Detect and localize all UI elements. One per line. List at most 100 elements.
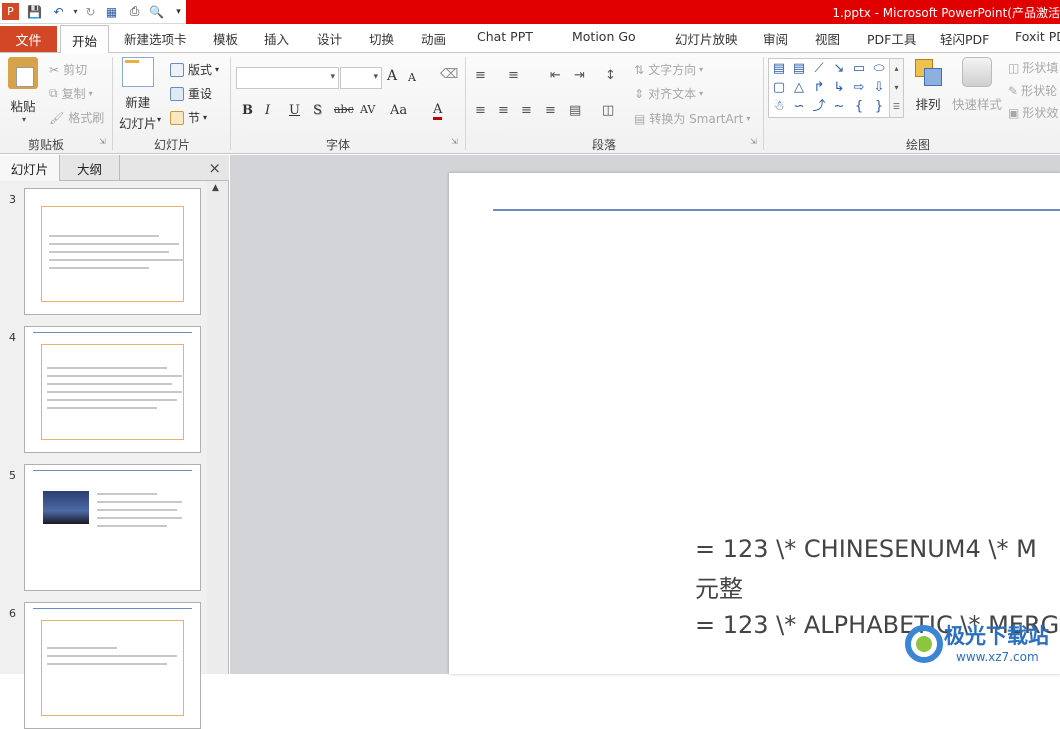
tab-insert[interactable]: 插入 bbox=[264, 29, 289, 48]
grow-font-icon[interactable]: A bbox=[387, 68, 397, 84]
cut-button[interactable]: ✂ 剪切 bbox=[49, 61, 87, 78]
right-brace-shape-icon[interactable]: } bbox=[870, 98, 888, 116]
tab-pdf-tools[interactable]: PDF工具 bbox=[867, 29, 916, 48]
slide-thumbnail[interactable] bbox=[24, 602, 201, 729]
freeform-shape-icon[interactable]: ∽ bbox=[790, 98, 808, 116]
oval-shape-icon[interactable]: ⬭ bbox=[870, 60, 888, 78]
shrink-font-icon[interactable]: A bbox=[408, 71, 416, 84]
strikethrough-icon[interactable]: abc bbox=[334, 103, 354, 116]
slide-text-line[interactable]: 元整 bbox=[695, 569, 743, 604]
tab-view[interactable]: 视图 bbox=[815, 29, 840, 48]
layout-button[interactable]: 版式 ▾ bbox=[170, 61, 219, 78]
italic-icon[interactable]: I bbox=[265, 103, 270, 118]
convert-smartart-button[interactable]: ▤ 转换为 SmartArt ▾ bbox=[634, 110, 750, 127]
new-slide-button[interactable]: 新建 幻灯片 bbox=[119, 57, 157, 132]
rectangle-shape-icon[interactable]: ▭ bbox=[850, 60, 868, 78]
align-right-icon[interactable]: ≡ bbox=[521, 103, 532, 118]
font-size-combo[interactable]: ▾ bbox=[340, 67, 382, 89]
new-slide-dropdown-icon[interactable]: ▾ bbox=[157, 115, 161, 124]
panel-scrollbar[interactable]: ▲ bbox=[207, 181, 227, 674]
shapes-gallery[interactable]: ▤ ▤ ⟋ ↘ ▭ ⬭ ▢ △ ↱ ↳ ⇨ ⇩ ☃ ∽ ⤴ ∼ { } ▴ ▾ ☰ bbox=[768, 58, 904, 118]
triangle-shape-icon[interactable]: △ bbox=[790, 79, 808, 97]
print-icon[interactable]: ⎙ bbox=[126, 3, 143, 20]
vertical-textbox-shape-icon[interactable]: ▤ bbox=[790, 60, 808, 78]
tab-animations[interactable]: 动画 bbox=[421, 29, 446, 48]
text-direction-button[interactable]: ⇅ 文字方向 ▾ bbox=[634, 61, 703, 78]
tab-new-tab[interactable]: 新建选项卡 bbox=[124, 29, 187, 48]
left-brace-shape-icon[interactable]: { bbox=[850, 98, 868, 116]
tab-slides[interactable]: 幻灯片 bbox=[0, 155, 60, 181]
numbering-icon[interactable]: ≡ bbox=[508, 68, 519, 83]
line-spacing-icon[interactable]: ↕ bbox=[605, 68, 616, 83]
tab-motion-go[interactable]: Motion Go bbox=[572, 29, 636, 44]
font-color-icon[interactable]: A bbox=[433, 103, 443, 120]
curve-shape-icon[interactable]: ⤴ bbox=[810, 98, 828, 116]
tab-slideshow[interactable]: 幻灯片放映 bbox=[675, 29, 738, 48]
tab-home[interactable]: 开始 bbox=[60, 25, 109, 54]
paste-button[interactable]: 粘贴 bbox=[8, 57, 38, 115]
paste-dropdown-icon[interactable]: ▾ bbox=[22, 115, 26, 124]
paragraph-launcher-icon[interactable]: ⇲ bbox=[750, 137, 757, 146]
font-launcher-icon[interactable]: ⇲ bbox=[451, 137, 458, 146]
tab-outline[interactable]: 大纲 bbox=[60, 155, 120, 181]
elbow-arrow-shape-icon[interactable]: ↳ bbox=[830, 79, 848, 97]
font-name-combo[interactable]: ▾ bbox=[236, 67, 339, 89]
scribble-shape-icon[interactable]: ∼ bbox=[830, 98, 848, 116]
arrow-line-shape-icon[interactable]: ↘ bbox=[830, 60, 848, 78]
shape-outline-button[interactable]: ✎ 形状轮 bbox=[1008, 82, 1057, 99]
save-icon[interactable]: 💾 bbox=[26, 3, 43, 20]
tab-qingshan-pdf[interactable]: 轻闪PDF bbox=[940, 29, 989, 48]
reset-button[interactable]: 重设 bbox=[170, 85, 212, 102]
justify-icon[interactable]: ≡ bbox=[545, 103, 556, 118]
elbow-connector-shape-icon[interactable]: ↱ bbox=[810, 79, 828, 97]
powerpoint-app-icon[interactable]: P bbox=[2, 3, 19, 20]
tab-foxit-pdf[interactable]: Foxit PD bbox=[1015, 29, 1060, 44]
textbox-shape-icon[interactable]: ▤ bbox=[770, 60, 788, 78]
align-left-icon[interactable]: ≡ bbox=[475, 103, 486, 118]
redo-icon[interactable]: ↻ bbox=[82, 3, 99, 20]
underline-icon[interactable]: U bbox=[289, 103, 300, 118]
distributed-icon[interactable]: ▤ bbox=[569, 103, 581, 118]
new-slide-quick-icon[interactable]: ▦ bbox=[103, 3, 120, 20]
slide-thumbnail[interactable] bbox=[24, 464, 201, 591]
tab-template[interactable]: 模板 bbox=[213, 29, 238, 48]
slide-thumbnail[interactable] bbox=[24, 188, 201, 315]
shape-effects-button[interactable]: ▣ 形状效 bbox=[1008, 104, 1058, 121]
scroll-up-icon[interactable]: ▲ bbox=[212, 183, 219, 193]
clear-format-icon[interactable]: ⌫ bbox=[440, 67, 458, 82]
copy-button[interactable]: ⧉ 复制 ▾ bbox=[49, 85, 93, 102]
print-preview-icon[interactable]: 🔍 bbox=[148, 3, 165, 20]
quick-styles-button[interactable]: 快速样式 bbox=[952, 57, 1002, 113]
shapes-gallery-scroll[interactable]: ▴ ▾ ☰ bbox=[889, 59, 903, 117]
clipboard-launcher-icon[interactable]: ⇲ bbox=[99, 137, 106, 146]
text-shadow-icon[interactable]: S bbox=[313, 103, 322, 118]
align-text-button[interactable]: ⇕ 对齐文本 ▾ bbox=[634, 85, 703, 102]
align-center-icon[interactable]: ≡ bbox=[498, 103, 509, 118]
right-arrow-shape-icon[interactable]: ⇨ bbox=[850, 79, 868, 97]
increase-indent-icon[interactable]: ⇥ bbox=[574, 68, 585, 83]
tab-file[interactable]: 文件 bbox=[0, 26, 57, 52]
char-spacing-icon[interactable]: AV bbox=[360, 103, 375, 116]
decrease-indent-icon[interactable]: ⇤ bbox=[550, 68, 561, 83]
tab-transitions[interactable]: 切换 bbox=[369, 29, 394, 48]
format-painter-button[interactable]: 🖌 格式刷 bbox=[49, 109, 104, 126]
tab-chat-ppt[interactable]: Chat PPT bbox=[477, 29, 533, 44]
line-shape-icon[interactable]: ⟋ bbox=[810, 60, 828, 78]
undo-icon[interactable]: ↶ bbox=[50, 3, 67, 20]
tab-review[interactable]: 审阅 bbox=[763, 29, 788, 48]
slide-text-line[interactable]: = 123 \* CHINESENUM4 \* M bbox=[695, 535, 1037, 563]
slide-thumbnail[interactable] bbox=[24, 326, 201, 453]
section-button[interactable]: 节 ▾ bbox=[170, 109, 207, 126]
tab-design[interactable]: 设计 bbox=[317, 29, 342, 48]
shape-fill-button[interactable]: ◫ 形状填 bbox=[1008, 59, 1058, 76]
arrange-button[interactable]: 排列 bbox=[913, 57, 943, 113]
rounded-rect-shape-icon[interactable]: ▢ bbox=[770, 79, 788, 97]
down-arrow-shape-icon[interactable]: ⇩ bbox=[870, 79, 888, 97]
close-icon[interactable]: × bbox=[208, 159, 221, 177]
bullets-icon[interactable]: ≡ bbox=[475, 68, 486, 83]
bold-icon[interactable]: B bbox=[242, 103, 253, 118]
current-slide[interactable]: = 123 \* CHINESENUM4 \* M 元整 = 123 \* AL… bbox=[449, 173, 1060, 674]
columns-icon[interactable]: ◫ bbox=[602, 103, 614, 118]
callout-shape-icon[interactable]: ☃ bbox=[770, 98, 788, 116]
change-case-icon[interactable]: Aa bbox=[390, 103, 407, 118]
